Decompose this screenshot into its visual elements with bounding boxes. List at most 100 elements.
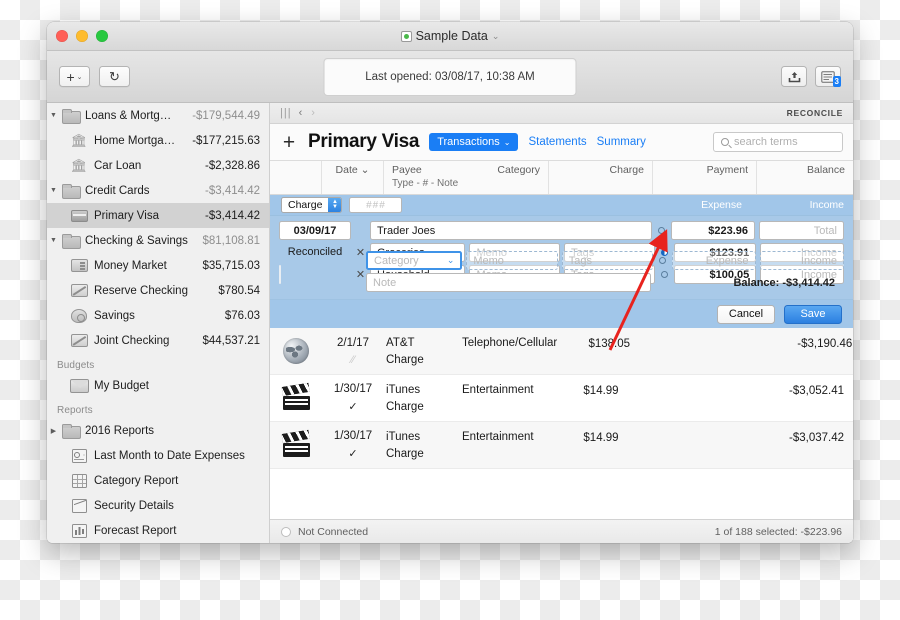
sidebar-item-my-budget[interactable]: My Budget	[47, 373, 269, 398]
table-row[interactable]: 1/30/17 ✓ iTunes Entertainment Charge $1…	[270, 375, 853, 422]
search-input[interactable]: search terms	[713, 132, 843, 152]
attachment-thumbnail[interactable]	[279, 264, 281, 284]
total-amount-input[interactable]: $223.96	[671, 221, 755, 240]
stepper-icon[interactable]: ▲ ▼	[328, 198, 342, 212]
reconcile-link[interactable]: RECONCILE	[787, 108, 843, 118]
sidebar-item-label: Forecast Report	[94, 524, 177, 537]
check-pen-icon	[69, 333, 89, 349]
check-number-input[interactable]: ###	[349, 197, 403, 213]
sidebar-item-label: Category Report	[94, 474, 179, 487]
chevron-down-icon[interactable]: ⌄	[492, 31, 500, 42]
check-number-placeholder: ###	[366, 199, 386, 211]
column-subline: Type - # - Note	[392, 178, 459, 189]
table-row[interactable]: 1/30/17 ✓ iTunes Entertainment Charge $1…	[270, 422, 853, 469]
search-icon	[721, 138, 729, 146]
editor-balance-label: Balance:	[733, 276, 780, 289]
split-indicator-highlighted[interactable]	[659, 249, 670, 256]
new-split-tags-input[interactable]: Tags	[561, 251, 654, 270]
note-input[interactable]: Note	[366, 273, 651, 292]
sidebar-group-checking-savings[interactable]: ▼ Checking & Savings $81,108.81	[47, 228, 269, 253]
disclosure-triangle-icon[interactable]: ▼	[47, 112, 60, 119]
save-button[interactable]: Save	[784, 304, 842, 324]
document-title[interactable]: Sample Data ⌄	[47, 29, 853, 43]
connection-status-icon	[281, 526, 291, 537]
sidebar-item-joint-checking[interactable]: Joint Checking $44,537.21	[47, 328, 269, 353]
table-row[interactable]: 2/1/17 ⁄⁄ AT&T Telephone/Cellular Charge…	[270, 328, 853, 375]
payee-input[interactable]: Trader Joes	[370, 221, 652, 240]
tab-statements[interactable]: Statements	[528, 136, 586, 148]
date-input[interactable]: 03/09/17	[279, 221, 351, 240]
add-transaction-button[interactable]: +	[280, 132, 298, 153]
sidebar-item-category-report[interactable]: Category Report	[47, 468, 269, 493]
column-category-label: Category	[497, 164, 540, 176]
forward-button[interactable]: ›	[311, 107, 315, 119]
disclosure-triangle-icon[interactable]: ▼	[47, 187, 60, 194]
column-date[interactable]: Date ⌄	[322, 161, 384, 194]
sidebar-item-primary-visa[interactable]: Primary Visa -$3,414.42	[47, 203, 269, 228]
tab-summary[interactable]: Summary	[597, 136, 646, 148]
sidebar-item-savings[interactable]: Savings $76.03	[47, 303, 269, 328]
sidebar-item-amount: -$3,414.42	[205, 209, 260, 222]
split-indicator[interactable]	[659, 271, 670, 278]
money-icon	[69, 258, 89, 274]
sidebar-item-forecast-report[interactable]: Forecast Report	[47, 518, 269, 543]
editor-top-row: Charge ▲ ▼ ### Expense Income	[270, 195, 853, 216]
transaction-type-select[interactable]: Charge ▲ ▼	[281, 197, 343, 213]
new-split-memo-input[interactable]: Memo	[466, 251, 558, 270]
disclosure-triangle-icon[interactable]: ▶	[47, 427, 60, 435]
refresh-button[interactable]: ↻	[99, 66, 130, 87]
sidebar-item-home-mortgage[interactable]: 🏛 Home Mortga… -$177,215.63	[47, 128, 269, 153]
clear-status-icon[interactable]: ✓	[348, 400, 357, 413]
clear-status-icon[interactable]: ✓	[348, 447, 357, 460]
transaction-type: Charge	[386, 447, 424, 460]
back-button[interactable]: ‹	[299, 107, 303, 119]
sidebar-item-label: Security Details	[94, 499, 174, 512]
new-split-indicator[interactable]	[657, 257, 668, 264]
attachment-thumbnail-slot[interactable]	[279, 264, 351, 284]
sidebar-item-label: 2016 Reports	[85, 424, 155, 437]
new-split-category-select[interactable]: Category ⌄	[366, 251, 463, 270]
date-cell: 1/30/17 ✓	[322, 422, 384, 468]
plus-icon: +	[66, 68, 75, 85]
sidebar-group-loans[interactable]: ▼ Loans & Mortg… -$179,544.49	[47, 103, 269, 128]
sidebar[interactable]: ▼ Loans & Mortg… -$179,544.49 🏛 Home Mor…	[47, 103, 270, 543]
new-split-income-input[interactable]: Income	[759, 251, 844, 270]
editor-balance: Balance: -$3,414.42	[733, 277, 844, 289]
cancel-button[interactable]: Cancel	[717, 304, 775, 324]
clear-status-icon[interactable]: ⁄⁄	[351, 354, 355, 366]
add-button[interactable]: + ⌄	[59, 66, 90, 87]
export-button[interactable]	[781, 66, 807, 87]
tab-transactions-label: Transactions	[437, 136, 500, 148]
sidebar-item-money-market[interactable]: Money Market $35,715.03	[47, 253, 269, 278]
transaction-list[interactable]: 2/1/17 ⁄⁄ AT&T Telephone/Cellular Charge…	[270, 328, 853, 519]
column-payee[interactable]: Payee Type - # - Note Category	[384, 161, 549, 194]
payment-cell	[653, 375, 757, 421]
sidebar-section-budgets: Budgets	[57, 360, 95, 371]
sidebar-group-credit-cards[interactable]: ▼ Credit Cards -$3,414.42	[47, 178, 269, 203]
register-button[interactable]: 3	[815, 66, 841, 87]
column-charge[interactable]: Charge	[549, 161, 653, 194]
column-payment[interactable]: Payment	[653, 161, 757, 194]
sidebar-item-car-loan[interactable]: 🏛 Car Loan -$2,328.86	[47, 153, 269, 178]
remove-split-button[interactable]: ✕	[355, 246, 366, 259]
split-indicator-total[interactable]	[656, 227, 667, 234]
remove-split-button[interactable]: ✕	[355, 268, 366, 281]
grid-report-icon	[69, 473, 89, 489]
sidebar-item-reserve-checking[interactable]: Reserve Checking $780.54	[47, 278, 269, 303]
sidebar-toggle-icon[interactable]: |||	[280, 107, 292, 119]
sidebar-item-last-month-expenses[interactable]: Last Month to Date Expenses	[47, 443, 269, 468]
sidebar-item-label: Car Loan	[94, 159, 142, 172]
total-placeholder-field[interactable]: Total	[759, 221, 844, 240]
sidebar-item-2016-reports[interactable]: ▶ 2016 Reports	[47, 418, 269, 443]
disclosure-triangle-icon[interactable]: ▼	[47, 237, 60, 244]
tab-transactions[interactable]: Transactions ⌄	[429, 133, 519, 151]
folder-icon	[60, 108, 81, 124]
column-balance[interactable]: Balance	[757, 161, 853, 194]
sidebar-item-security-details[interactable]: Security Details	[47, 493, 269, 518]
new-split-expense-input[interactable]: Expense	[672, 251, 756, 270]
document-title-text: Sample Data	[415, 29, 488, 43]
column-date-label: Date	[335, 164, 358, 176]
breadcrumb: ||| ‹ › RECONCILE	[270, 103, 853, 124]
payee-category-cell: AT&T Telephone/Cellular Charge	[384, 328, 557, 374]
transaction-payee: AT&T	[386, 336, 415, 349]
